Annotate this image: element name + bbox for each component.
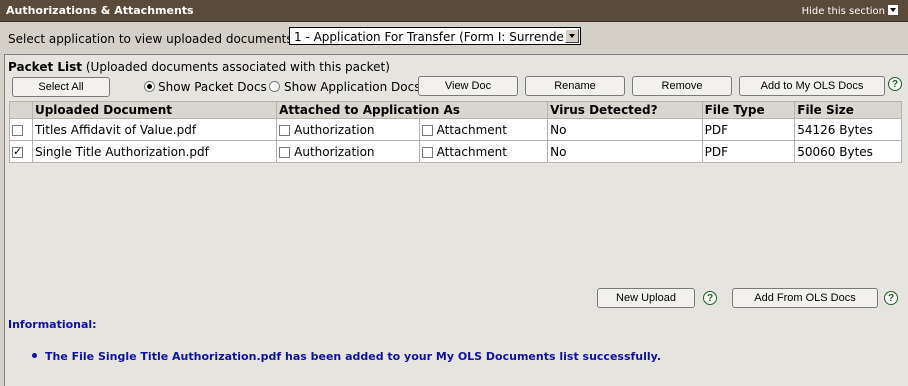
add-from-ols-docs-button[interactable]: Add From OLS Docs bbox=[732, 288, 878, 308]
informational-label: Informational: bbox=[8, 318, 97, 331]
file-size: 50060 Bytes bbox=[794, 140, 902, 163]
column-header-file-type: File Type bbox=[701, 101, 796, 119]
table-row[interactable]: Single Title Authorization.pdf Authoriza… bbox=[9, 140, 902, 163]
authorization-label: Authorization bbox=[294, 144, 375, 159]
attachment-cell: Attachment bbox=[418, 140, 549, 163]
row-select-checkbox[interactable] bbox=[12, 145, 23, 158]
virus-detected: No bbox=[547, 118, 703, 141]
application-select[interactable]: 1 - Application For Transfer (Form I: Su… bbox=[289, 27, 581, 45]
column-header-attached-as: Attached to Application As bbox=[276, 101, 549, 119]
packet-list-heading: Packet List (Uploaded documents associat… bbox=[8, 60, 390, 74]
column-header-document: Uploaded Document bbox=[31, 101, 278, 119]
authorization-label: Authorization bbox=[294, 122, 375, 137]
application-select-value: 1 - Application For Transfer (Form I: Su… bbox=[294, 30, 574, 44]
packet-list-title: Packet List bbox=[8, 60, 83, 74]
help-icon[interactable]: ? bbox=[703, 291, 717, 305]
attachment-cell: Attachment bbox=[418, 118, 549, 141]
table-row[interactable]: Titles Affidavit of Value.pdf Authorizat… bbox=[9, 118, 902, 141]
hide-section-label: Hide this section bbox=[801, 6, 885, 17]
row-select-cell bbox=[9, 118, 33, 141]
attachment-label: Attachment bbox=[436, 144, 507, 159]
section-title: Authorizations & Attachments bbox=[6, 4, 194, 17]
help-icon[interactable]: ? bbox=[888, 77, 902, 91]
show-packet-docs-radio[interactable] bbox=[144, 81, 155, 92]
attachment-checkbox[interactable] bbox=[421, 146, 433, 158]
select-column-header bbox=[9, 101, 33, 119]
file-size: 54126 Bytes bbox=[794, 118, 902, 141]
row-select-checkbox[interactable] bbox=[12, 124, 23, 136]
file-type: PDF bbox=[701, 118, 796, 141]
attachment-label: Attachment bbox=[436, 122, 507, 137]
show-application-docs-radio[interactable] bbox=[269, 81, 280, 92]
new-upload-button[interactable]: New Upload bbox=[597, 288, 695, 308]
authorizations-section: Authorizations & Attachments Hide this s… bbox=[0, 0, 908, 386]
document-name: Titles Affidavit of Value.pdf bbox=[31, 118, 278, 141]
help-icon[interactable]: ? bbox=[884, 291, 898, 305]
file-type: PDF bbox=[701, 140, 796, 163]
column-header-virus: Virus Detected? bbox=[547, 101, 703, 119]
info-message-text: The File Single Title Authorization.pdf … bbox=[45, 350, 662, 363]
authorization-cell: Authorization bbox=[276, 118, 420, 141]
dropdown-arrow-icon[interactable] bbox=[565, 29, 579, 43]
attachment-checkbox[interactable] bbox=[421, 124, 433, 136]
remove-button[interactable]: Remove bbox=[632, 76, 732, 96]
collapse-arrow-icon bbox=[888, 5, 898, 15]
rename-button[interactable]: Rename bbox=[525, 76, 625, 96]
authorization-checkbox[interactable] bbox=[279, 146, 291, 158]
row-select-cell bbox=[9, 140, 33, 163]
add-to-ols-docs-button[interactable]: Add to My OLS Docs bbox=[739, 76, 885, 96]
info-message: The File Single Title Authorization.pdf … bbox=[32, 350, 661, 363]
packet-list-subtitle: (Uploaded documents associated with this… bbox=[85, 60, 390, 74]
view-doc-button[interactable]: View Doc bbox=[418, 76, 518, 96]
document-name: Single Title Authorization.pdf bbox=[31, 140, 278, 163]
application-select-label: Select application to view uploaded docu… bbox=[8, 32, 297, 46]
authorization-checkbox[interactable] bbox=[279, 124, 291, 136]
show-application-docs-label: Show Application Docs bbox=[284, 80, 421, 94]
column-header-file-size: File Size bbox=[794, 101, 902, 119]
section-header: Authorizations & Attachments Hide this s… bbox=[0, 0, 908, 22]
bullet-icon bbox=[32, 353, 37, 358]
table-header-row: Uploaded Document Attached to Applicatio… bbox=[9, 101, 902, 119]
select-all-button[interactable]: Select All bbox=[12, 77, 110, 97]
documents-table: Uploaded Document Attached to Applicatio… bbox=[9, 101, 902, 163]
authorization-cell: Authorization bbox=[276, 140, 420, 163]
show-packet-docs-label: Show Packet Docs bbox=[158, 80, 267, 94]
virus-detected: No bbox=[547, 140, 703, 163]
hide-section-toggle[interactable]: Hide this section bbox=[802, 5, 898, 17]
